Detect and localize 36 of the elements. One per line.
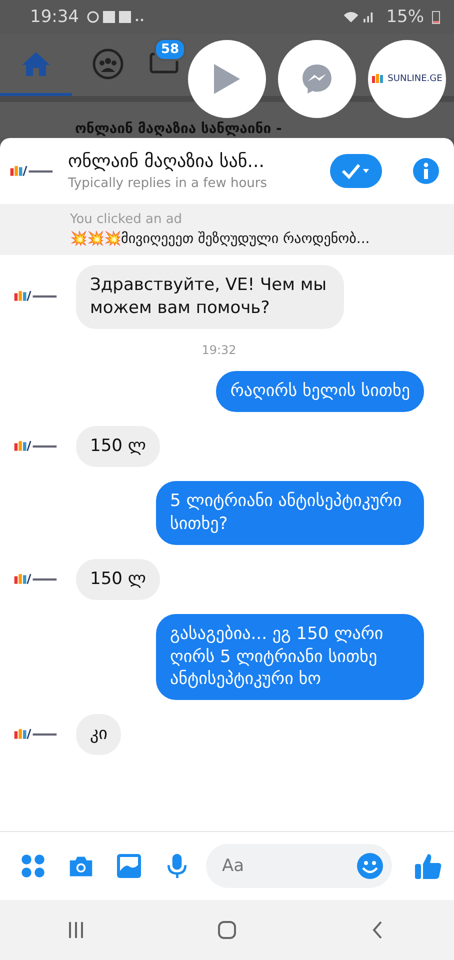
thumbs-up-icon[interactable]	[414, 852, 442, 880]
chat-status: Typically replies in a few hours	[68, 176, 268, 191]
received-message: Здравствуйте, VE! Чем мы можем вам помочь?	[76, 265, 344, 329]
check-icon	[341, 163, 371, 179]
store-logo-icon	[14, 440, 58, 453]
sent-message: რაღირს ხელის სითხე	[216, 370, 424, 412]
store-logo-icon	[14, 728, 58, 742]
info-icon[interactable]	[412, 157, 440, 185]
received-message: 150 ლ	[76, 558, 160, 600]
chat-name: ონლაინ მაღაზია სან...	[68, 151, 266, 172]
groups-icon	[92, 48, 124, 80]
ad-text[interactable]: 💥💥💥მივიღეეეთ შეზღუდული რაოდენობ...	[70, 230, 444, 247]
store-logo-icon	[14, 290, 58, 304]
sent-message: გასაგებია... ეგ 150 ლარი ღირს 5 ლიტრიანი სითხე ანტისეპტიკური ხო	[156, 614, 424, 700]
received-message: 150 ლ	[76, 426, 160, 467]
image-icon[interactable]	[116, 853, 142, 879]
battery-icon	[432, 10, 440, 24]
post-title: ონლაინ მაღაზია სანლაინი -	[75, 120, 282, 138]
store-logo-icon	[14, 572, 58, 586]
ad-label: You clicked an ad	[70, 212, 184, 227]
message-input[interactable]: Aa	[206, 844, 392, 888]
message-text-input[interactable]: Aa	[220, 855, 356, 877]
apps-icon[interactable]	[20, 853, 46, 879]
notification-badge: 58	[154, 38, 186, 61]
received-message: კი	[76, 714, 122, 756]
check-dropdown-button[interactable]	[330, 154, 382, 188]
home-button-icon[interactable]	[216, 920, 237, 940]
logo-text: SUNLINE.GE	[388, 74, 442, 84]
sent-message: 5 ლიტრიანი ანტისეპტიკური სითხე?	[156, 480, 424, 545]
messenger-icon	[300, 62, 334, 96]
smiley-icon[interactable]	[356, 852, 384, 880]
cart-logo-icon	[372, 73, 386, 85]
store-logo-icon	[10, 164, 54, 178]
message-timestamp: 19:32	[202, 342, 236, 357]
battery-percent: 15%	[386, 7, 424, 27]
status-time: 19:34	[30, 7, 79, 27]
